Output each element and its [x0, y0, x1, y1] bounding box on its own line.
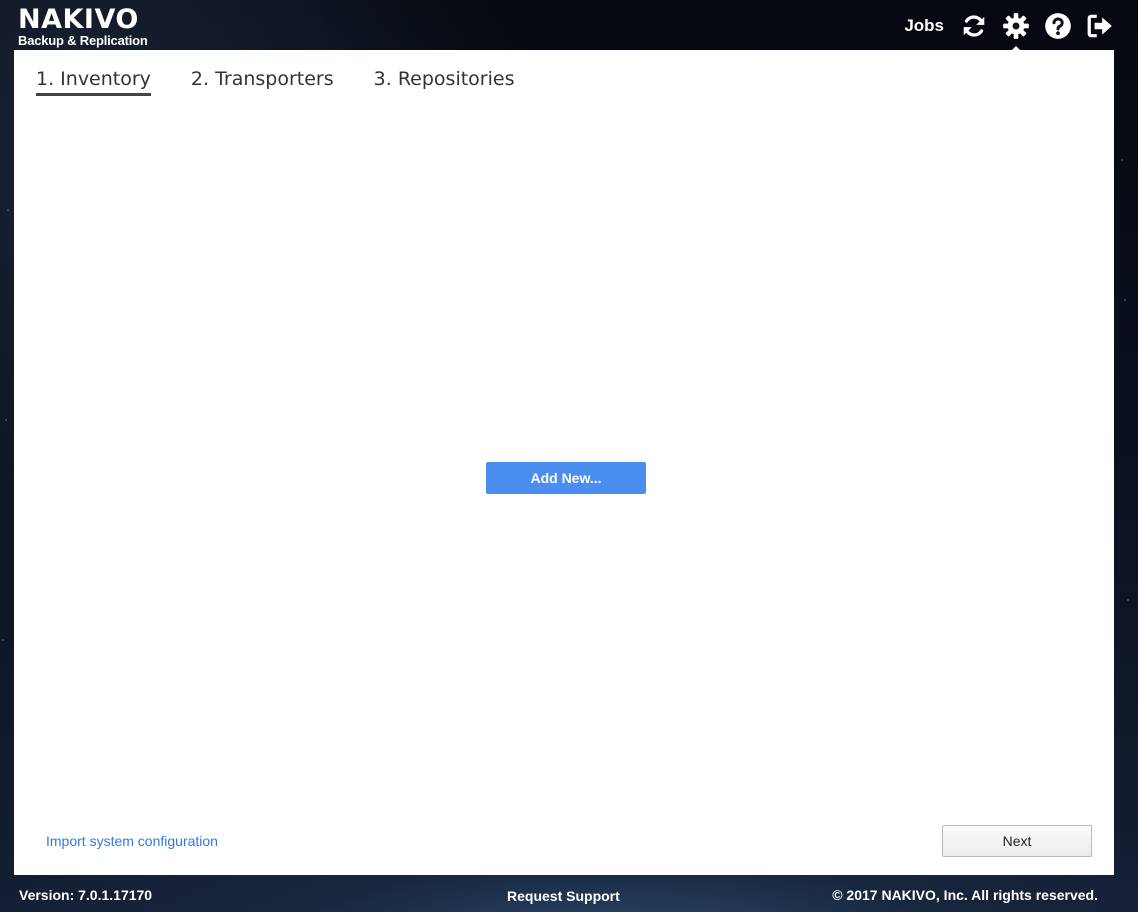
import-system-configuration-link[interactable]: Import system configuration — [46, 833, 218, 849]
wizard-steps: 1. Inventory 2. Transporters 3. Reposito… — [36, 68, 514, 96]
help-icon[interactable] — [1044, 12, 1072, 40]
nakivo-logo: NAKIVO Backup & Replication — [18, 4, 148, 48]
request-support-link[interactable]: Request Support — [507, 888, 620, 904]
next-button[interactable]: Next — [942, 825, 1092, 857]
top-navigation: Jobs — [904, 8, 1114, 54]
footer: Version: 7.0.1.17170 Request Support © 2… — [0, 875, 1138, 912]
gear-icon[interactable] — [1002, 12, 1030, 54]
tab-repositories[interactable]: 3. Repositories — [374, 68, 515, 96]
logo-brand: NAKIVO — [18, 4, 139, 35]
version-text: Version: 7.0.1.17170 — [19, 887, 153, 903]
refresh-icon[interactable] — [960, 12, 988, 40]
logout-icon[interactable] — [1086, 12, 1114, 40]
copyright-text: © 2017 NAKIVO, Inc. All rights reserved. — [832, 887, 1098, 903]
tab-inventory[interactable]: 1. Inventory — [36, 68, 151, 96]
wizard-panel: 1. Inventory 2. Transporters 3. Reposito… — [14, 50, 1114, 875]
add-new-button[interactable]: Add New... — [486, 462, 646, 494]
jobs-link[interactable]: Jobs — [904, 16, 944, 36]
logo-subtitle: Backup & Replication — [18, 33, 148, 48]
tab-transporters[interactable]: 2. Transporters — [191, 68, 334, 96]
